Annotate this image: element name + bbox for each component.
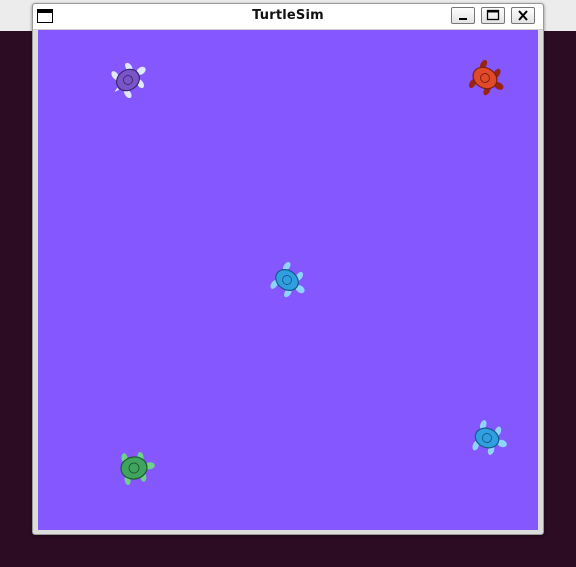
close-button[interactable] [511,7,535,24]
turtlesim-window: TurtleSim [32,3,544,535]
minimize-icon [459,18,467,20]
maximize-icon [486,9,500,21]
maximize-button[interactable] [481,7,505,24]
minimize-button[interactable] [451,7,475,24]
turtle-canvas[interactable] [38,30,538,530]
turtle-green [120,452,155,485]
turtle-red [468,59,504,96]
close-icon [518,10,528,21]
title-bar[interactable]: TurtleSim [33,4,543,30]
turtle-blue-center [270,261,305,298]
turtle-purple [111,62,146,99]
turtle-blue-right [472,420,507,455]
